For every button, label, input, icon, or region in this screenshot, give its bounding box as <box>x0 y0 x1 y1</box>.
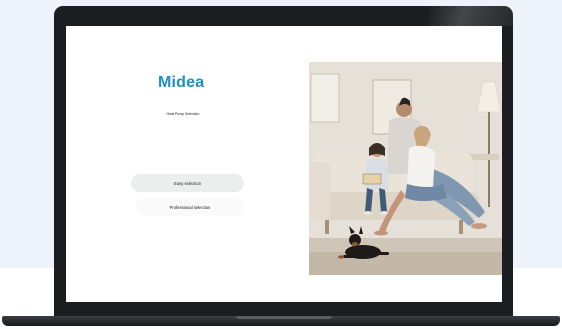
family-photo <box>309 62 502 275</box>
laptop-lid: Midea Heat Pump Selection Easy selection… <box>54 6 513 317</box>
lid-glare <box>429 6 513 26</box>
laptop-base-notch <box>236 316 332 319</box>
selection-panel: Midea Heat Pump Selection Easy selection… <box>66 26 309 302</box>
laptop-screen: Midea Heat Pump Selection Easy selection… <box>66 26 502 302</box>
app-subtitle: Heat Pump Selection <box>166 112 200 116</box>
brand-logo: Midea <box>158 74 205 91</box>
professional-selection-button[interactable]: Professional selection <box>136 198 244 216</box>
easy-selection-button[interactable]: Easy selection <box>131 174 244 192</box>
